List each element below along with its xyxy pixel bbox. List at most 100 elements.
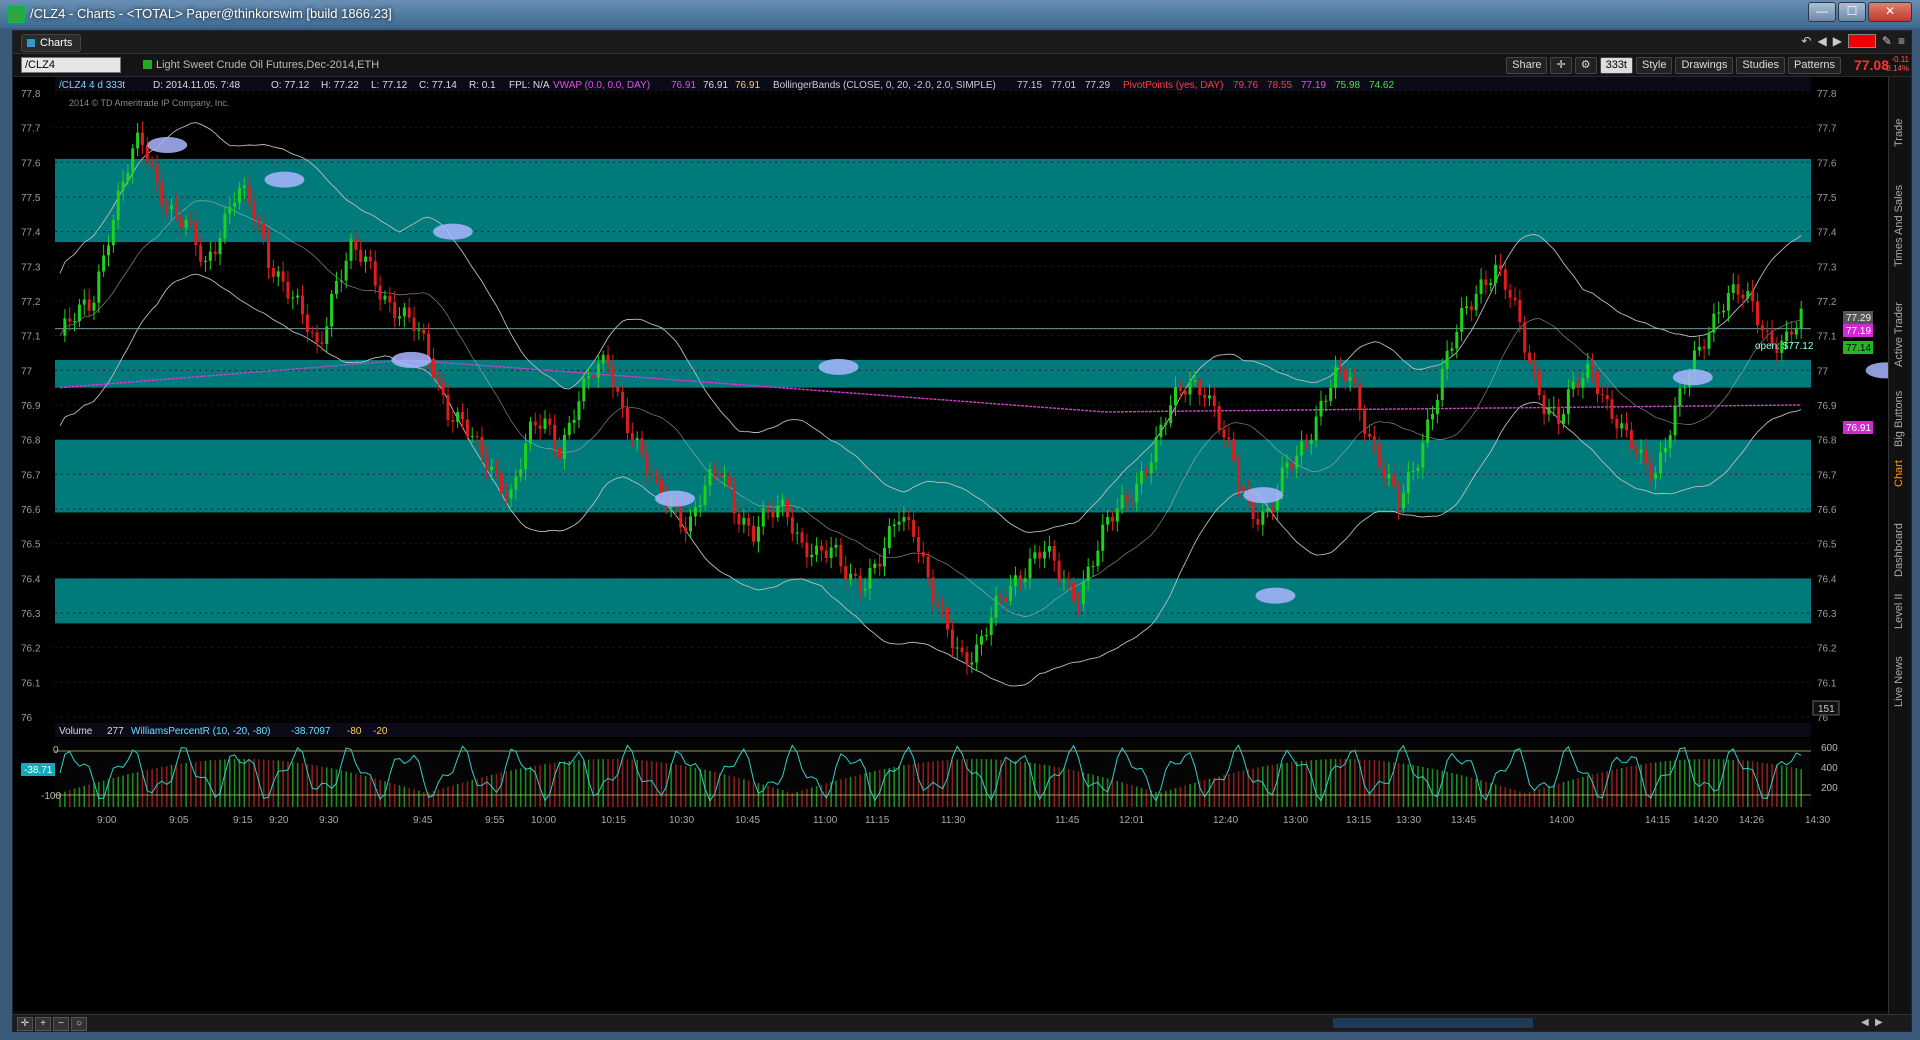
sidebar-tab-dashboard[interactable]: Dashboard — [1893, 523, 1905, 577]
tab-charts[interactable]: Charts — [21, 34, 82, 52]
candle-body — [1043, 551, 1047, 559]
y-tick-right: 77 — [1817, 366, 1829, 377]
window-titlebar: /CLZ4 - Charts - <TOTAL> Paper@thinkorsw… — [0, 0, 1920, 29]
settings-wrench-icon[interactable]: ⚙ — [1574, 57, 1597, 74]
scroll-right-icon[interactable]: ▶ — [1875, 1017, 1883, 1028]
y-tick-right: 76.8 — [1817, 436, 1837, 447]
y-tick-right: 76.4 — [1817, 574, 1837, 585]
candle-body — [1309, 440, 1313, 444]
candle-body — [1081, 581, 1085, 605]
candle-body — [174, 205, 178, 217]
link-color-swatch[interactable] — [1847, 34, 1876, 48]
candle-body — [92, 302, 96, 311]
candle-body — [897, 521, 901, 525]
y-tick-right: 77.8 — [1817, 89, 1837, 100]
back-arrow-icon[interactable]: ◀ — [1817, 34, 1826, 48]
forward-arrow-icon[interactable]: ▶ — [1833, 34, 1842, 48]
candle-body — [393, 302, 397, 319]
share-button[interactable]: Share — [1506, 57, 1548, 74]
scroll-thumb[interactable] — [1333, 1018, 1533, 1028]
candle-body — [752, 525, 756, 542]
pan-icon[interactable]: ✛ — [17, 1017, 33, 1031]
candle-body — [1440, 368, 1444, 400]
symbol-input[interactable]: /CLZ4 — [21, 57, 121, 73]
candle-body — [1600, 394, 1604, 396]
time-scrollbar[interactable]: ✛ + − ○ ◀ ▶ — [13, 1014, 1911, 1031]
candle-body — [1435, 399, 1439, 414]
candle-body — [1368, 433, 1371, 437]
candle-body — [490, 466, 494, 471]
sidebar-tab-level-ii[interactable]: Level II — [1893, 594, 1905, 629]
candle-body — [950, 629, 954, 649]
candle-body — [771, 511, 775, 518]
candle-body — [960, 647, 964, 653]
candle-body — [1741, 294, 1745, 299]
candle-body — [111, 219, 115, 246]
candle-body — [1338, 366, 1342, 369]
bollinger-study-label[interactable]: BollingerBands (CLOSE, 0, 20, -2.0, 2.0,… — [773, 80, 996, 91]
candle-body — [1722, 310, 1726, 313]
x-tick: 11:45 — [1055, 815, 1080, 826]
sidebar-tab-big-buttons[interactable]: Big Buttons — [1893, 391, 1905, 447]
candle-body — [1760, 325, 1764, 331]
symbol-description: Light Sweet Crude Oil Futures,Dec-2014,E… — [143, 59, 379, 71]
zoom-out-icon[interactable]: − — [53, 1017, 69, 1031]
scroll-left-icon[interactable]: ◀ — [1861, 1017, 1869, 1028]
sidebar-tab-live-news[interactable]: Live News — [1893, 656, 1905, 707]
candle-body — [339, 280, 343, 282]
candle-body — [1523, 322, 1527, 353]
candle-body — [936, 602, 940, 606]
sidebar-tab-times-and-sales[interactable]: Times And Sales — [1893, 185, 1905, 267]
candle-body — [140, 132, 144, 146]
zoom-reset-icon[interactable]: ○ — [71, 1017, 87, 1031]
candle-body — [509, 489, 513, 499]
x-tick: 10:30 — [669, 815, 694, 826]
studies-button[interactable]: Studies — [1736, 57, 1786, 74]
candle-body — [1047, 546, 1051, 552]
wpr-study-label[interactable]: WilliamsPercentR (10, -20, -80) — [131, 726, 270, 737]
candle-body — [941, 605, 945, 608]
candle-body — [1639, 449, 1643, 454]
y-tick-left: 77.1 — [21, 332, 41, 343]
aggregation-button[interactable]: 333t — [1599, 57, 1633, 74]
candle-body — [630, 433, 634, 441]
maximize-button[interactable]: ☐ — [1838, 2, 1866, 22]
highlight-ellipse — [654, 490, 695, 507]
x-tick: 14:15 — [1645, 815, 1670, 826]
tab-bar: Charts ↶ ◀ ▶ ✎ ≡ — [13, 31, 1911, 54]
menu-icon[interactable]: ≡ — [1898, 34, 1905, 48]
close-button[interactable]: ✕ — [1868, 2, 1912, 22]
sidebar-tab-active-trader[interactable]: Active Trader — [1893, 302, 1905, 367]
candle-body — [1130, 500, 1134, 503]
candle-body — [887, 526, 891, 548]
zoom-in-icon[interactable]: + — [35, 1017, 51, 1031]
y-tick-left: 76.3 — [21, 609, 41, 620]
minimize-button[interactable]: — — [1808, 2, 1836, 22]
candle-body — [761, 508, 765, 527]
sidebar-tab-trade[interactable]: Trade — [1893, 119, 1905, 147]
x-tick: 11:00 — [813, 815, 838, 826]
x-tick: 14:20 — [1693, 815, 1718, 826]
candle-body — [1334, 366, 1338, 388]
candle-body — [1144, 470, 1148, 474]
drawings-button[interactable]: Drawings — [1675, 57, 1734, 74]
style-button[interactable]: Style — [1636, 57, 1673, 74]
undo-icon[interactable]: ↶ — [1801, 34, 1811, 48]
candle-body — [242, 185, 246, 188]
candle-body — [1615, 418, 1619, 429]
y-tick-right: 77.3 — [1817, 262, 1837, 273]
crosshair-tool-icon[interactable]: ✛ — [1550, 57, 1572, 74]
candle-body — [1629, 430, 1633, 450]
patterns-button[interactable]: Patterns — [1788, 57, 1841, 74]
candle-body — [296, 295, 300, 298]
wpr-tick-bottom: -100 — [41, 791, 61, 802]
copyright-text: 2014 © TD Ameritrade IP Company, Inc. — [69, 98, 229, 108]
badge-vwap: 76.91 — [1846, 423, 1871, 434]
vwap-study-label[interactable]: VWAP (0.0, 0.0, DAY) — [553, 80, 650, 91]
pivot-study-label[interactable]: PivotPoints (yes, DAY) — [1123, 80, 1223, 91]
candle-body — [1110, 517, 1114, 522]
pin-icon[interactable]: ✎ — [1882, 34, 1892, 48]
candle-body — [878, 563, 882, 567]
sidebar-tab-chart[interactable]: Chart — [1893, 460, 1905, 487]
price-chart[interactable]: 77.8 77.8 77.7 77.7 77.6 77.6 77.5 77.5 77.4 77.4… — [13, 77, 1889, 1011]
